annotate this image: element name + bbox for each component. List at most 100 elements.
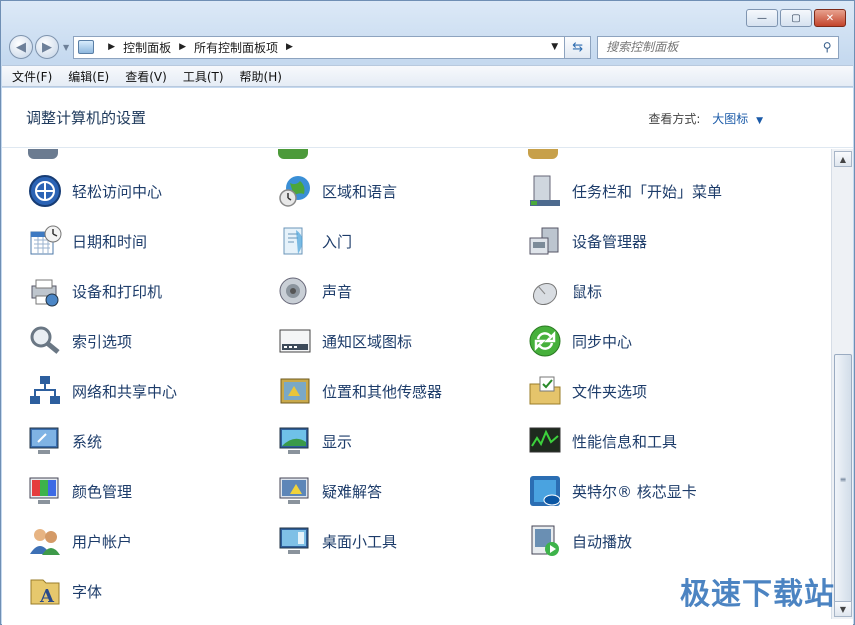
folder-options-icon (528, 374, 562, 408)
getting-started-icon (278, 224, 312, 258)
magnifier-icon (28, 324, 62, 358)
control-panel-item-label: 索引选项 (72, 332, 133, 351)
control-panel-item[interactable]: 系统 (28, 423, 102, 459)
scroll-thumb[interactable]: ≡ (834, 354, 852, 604)
device-manager-icon (528, 224, 562, 258)
performance-icon (528, 424, 562, 458)
chevron-right-icon[interactable]: ▶ (179, 42, 186, 52)
watermark-logo: 极速下载站 (680, 577, 835, 612)
menu-help[interactable]: 帮助(H) (240, 68, 282, 85)
control-panel-item-label: 显示 (322, 432, 353, 451)
control-panel-item[interactable]: 入门 (278, 223, 352, 259)
forward-button[interactable]: ▶ (35, 35, 59, 59)
control-panel-item-label: 区域和语言 (322, 182, 398, 201)
system-icon (28, 424, 62, 458)
breadcrumb-control-panel[interactable]: 控制面板 (123, 39, 171, 56)
chevron-down-icon[interactable]: ▼ (756, 116, 763, 126)
speaker-icon (278, 274, 312, 308)
maximize-button[interactable]: ▢ (780, 9, 812, 27)
control-panel-item[interactable]: 轻松访问中心 (28, 173, 162, 209)
taskbar-icon (528, 174, 562, 208)
refresh-button[interactable]: ⇆ (565, 35, 592, 59)
calendar-clock-icon (28, 224, 62, 258)
partial-item-icon (28, 149, 58, 159)
control-panel-item[interactable]: 日期和时间 (28, 223, 147, 259)
control-panel-item-label: 颜色管理 (72, 482, 133, 501)
navigation-bar: ◀ ▶ ▼ ▶ 控制面板 ▶ 所有控制面板项 ▶ ▼ ⇆ ⚲ (9, 34, 849, 60)
caption-buttons: — ▢ ✕ (746, 9, 846, 27)
back-button[interactable]: ◀ (9, 35, 33, 59)
control-panel-item[interactable]: 疑难解答 (278, 473, 382, 509)
scroll-up-button[interactable]: ▲ (834, 151, 852, 167)
control-panel-item[interactable]: 设备管理器 (528, 223, 647, 259)
menu-edit[interactable]: 编辑(E) (68, 68, 109, 85)
vertical-scrollbar[interactable]: ▲ ≡ ▼ (831, 149, 853, 619)
scroll-down-button[interactable]: ▼ (834, 601, 852, 617)
minimize-button[interactable]: — (746, 9, 778, 27)
control-panel-item[interactable]: 颜色管理 (28, 473, 132, 509)
control-panel-item[interactable]: A 字体 (28, 573, 102, 609)
partial-item-icon (528, 149, 558, 159)
control-panel-item-label: 鼠标 (572, 282, 603, 301)
display-icon (278, 424, 312, 458)
control-panel-item[interactable]: 同步中心 (528, 323, 632, 359)
control-panel-item[interactable]: 桌面小工具 (278, 523, 397, 559)
breadcrumb-all-items[interactable]: 所有控制面板项 (194, 39, 278, 56)
chevron-right-icon[interactable]: ▶ (108, 42, 115, 52)
control-panel-item-label: 通知区域图标 (322, 332, 413, 351)
control-panel-item[interactable]: 文件夹选项 (528, 373, 647, 409)
notification-area-icon (278, 324, 312, 358)
control-panel-item-label: 疑难解答 (322, 482, 383, 501)
control-panel-item-label: 轻松访问中心 (72, 182, 163, 201)
address-dropdown-icon[interactable]: ▼ (545, 42, 564, 52)
control-panel-item[interactable]: 用户帐户 (28, 523, 132, 559)
color-management-icon (28, 474, 62, 508)
control-panel-item-label: 文件夹选项 (572, 382, 648, 401)
view-mode-label: 查看方式: (648, 112, 701, 126)
control-panel-item[interactable]: 鼠标 (528, 273, 602, 309)
control-panel-item[interactable]: 设备和打印机 (28, 273, 162, 309)
autoplay-icon (528, 524, 562, 558)
control-panel-item-label: 系统 (72, 432, 103, 451)
control-panel-item-label: 设备管理器 (572, 232, 648, 251)
menu-view[interactable]: 查看(V) (125, 68, 167, 85)
intel-graphics-icon (528, 474, 562, 508)
user-accounts-icon (28, 524, 62, 558)
partial-item-icon (278, 149, 308, 159)
chevron-right-icon[interactable]: ▶ (286, 42, 293, 52)
page-title: 调整计算机的设置 (26, 109, 147, 127)
address-bar[interactable]: ▶ 控制面板 ▶ 所有控制面板项 ▶ ▼ (73, 35, 566, 59)
control-panel-item[interactable]: 位置和其他传感器 (278, 373, 442, 409)
control-panel-item-label: 入门 (322, 232, 353, 251)
printer-icon (28, 274, 62, 308)
view-mode: 查看方式: 大图标 ▼ (648, 110, 763, 127)
control-panel-item[interactable]: 网络和共享中心 (28, 373, 177, 409)
troubleshooting-icon (278, 474, 312, 508)
control-panel-item[interactable]: 自动播放 (528, 523, 632, 559)
search-input[interactable] (606, 40, 817, 54)
control-panel-item[interactable]: 英特尔® 核芯显卡 (528, 473, 697, 509)
search-icon[interactable]: ⚲ (816, 40, 838, 54)
control-panel-item-label: 英特尔® 核芯显卡 (572, 482, 697, 501)
view-mode-selector[interactable]: 大图标 (712, 112, 748, 126)
menu-bar: 文件(F) 编辑(E) 查看(V) 工具(T) 帮助(H) (2, 65, 853, 87)
menu-file[interactable]: 文件(F) (12, 68, 52, 85)
control-panel-item[interactable]: 区域和语言 (278, 173, 397, 209)
close-button[interactable]: ✕ (814, 9, 846, 27)
ease-of-access-icon (28, 174, 62, 208)
control-panel-item[interactable]: 性能信息和工具 (528, 423, 677, 459)
control-panel-item[interactable]: 声音 (278, 273, 352, 309)
control-panel-item[interactable]: 显示 (278, 423, 352, 459)
control-panel-item[interactable]: 任务栏和「开始」菜单 (528, 173, 722, 209)
control-panel-item[interactable]: 索引选项 (28, 323, 132, 359)
network-icon (28, 374, 62, 408)
globe-clock-icon (278, 174, 312, 208)
search-box[interactable]: ⚲ (597, 35, 840, 59)
recent-pages-dropdown[interactable]: ▼ (63, 43, 69, 52)
control-panel-item-label: 用户帐户 (72, 532, 133, 551)
control-panel-item[interactable]: 通知区域图标 (278, 323, 412, 359)
control-panel-window: — ▢ ✕ ◀ ▶ ▼ ▶ 控制面板 ▶ 所有控制面板项 ▶ ▼ ⇆ ⚲ 文件(… (0, 0, 855, 625)
control-panel-item-label: 位置和其他传感器 (322, 382, 443, 401)
control-panel-item-label: 桌面小工具 (322, 532, 398, 551)
menu-tools[interactable]: 工具(T) (183, 68, 224, 85)
